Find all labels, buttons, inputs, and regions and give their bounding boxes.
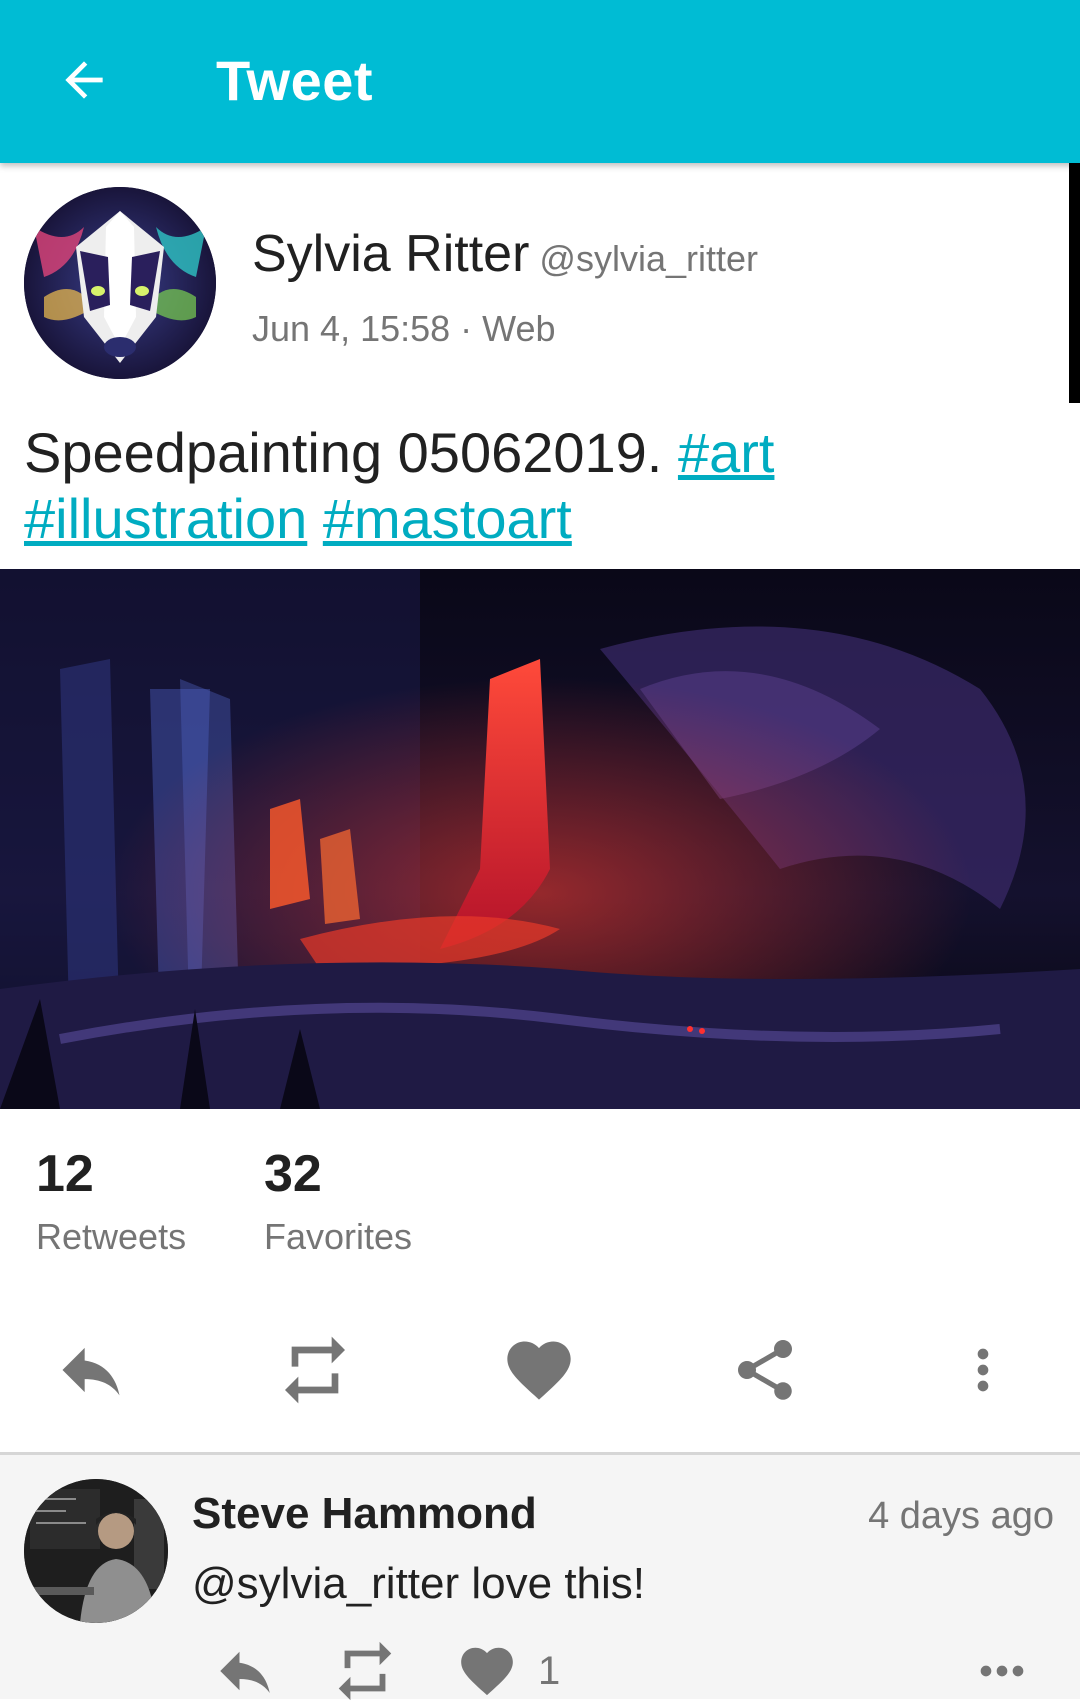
favorites-label: Favorites bbox=[264, 1216, 413, 1257]
status-text: Speedpainting 05062019. bbox=[24, 421, 663, 484]
heart-icon bbox=[461, 1647, 513, 1696]
reply-favorites-count: 1 bbox=[538, 1648, 561, 1693]
retweet-icon bbox=[338, 1641, 392, 1701]
app-bar: Tweet bbox=[0, 0, 1080, 163]
more-button[interactable] bbox=[938, 1330, 1028, 1410]
favorite-button[interactable] bbox=[494, 1330, 584, 1410]
status-content: Speedpainting 05062019. #art #illustrati… bbox=[24, 420, 1044, 552]
page-title: Tweet bbox=[216, 49, 374, 112]
reply-favorite-button[interactable]: 1 bbox=[456, 1641, 560, 1701]
retweets-count: 12 bbox=[36, 1145, 94, 1203]
more-horizontal-icon bbox=[980, 1665, 1024, 1677]
status-meta: Jun 4, 15:58 · Web bbox=[252, 308, 556, 349]
share-icon bbox=[738, 1340, 792, 1400]
hashtag-link[interactable]: #illustration bbox=[24, 487, 307, 550]
retweets-label: Retweets bbox=[36, 1216, 187, 1257]
retweet-button[interactable] bbox=[270, 1330, 360, 1410]
reply-avatar[interactable] bbox=[24, 1479, 168, 1623]
reply-timestamp: 4 days ago bbox=[868, 1495, 1054, 1537]
person-avatar bbox=[24, 1479, 168, 1623]
scrollbar[interactable] bbox=[1069, 163, 1080, 403]
arrow-left-icon bbox=[65, 61, 103, 99]
share-button[interactable] bbox=[720, 1330, 810, 1410]
heart-icon bbox=[507, 1341, 571, 1400]
favorites-count: 32 bbox=[264, 1145, 322, 1203]
author-name[interactable]: Sylvia Ritter @sylvia_ritter bbox=[252, 224, 758, 284]
favorites-stat[interactable]: 32 Favorites bbox=[264, 1144, 412, 1258]
reply-more-button[interactable] bbox=[970, 1641, 1034, 1701]
action-bar bbox=[0, 1320, 1080, 1420]
retweet-icon bbox=[285, 1336, 345, 1404]
author-display-name: Sylvia Ritter bbox=[252, 225, 530, 283]
reply-item[interactable]: Steve Hammond 4 days ago @sylvia_ritter … bbox=[0, 1455, 1080, 1701]
author-avatar[interactable] bbox=[24, 187, 216, 379]
reply-reply-button[interactable] bbox=[212, 1641, 278, 1701]
reply-retweet-button[interactable] bbox=[330, 1641, 400, 1701]
badger-avatar bbox=[24, 187, 216, 379]
reply-text: @sylvia_ritter love this! bbox=[192, 1559, 646, 1608]
back-button[interactable] bbox=[44, 40, 124, 120]
reply-icon bbox=[220, 1651, 270, 1693]
reply-button[interactable] bbox=[46, 1330, 136, 1410]
more-vertical-icon bbox=[977, 1348, 989, 1392]
hashtag-link[interactable]: #mastoart bbox=[323, 487, 572, 550]
hashtag-link[interactable]: #art bbox=[678, 421, 775, 484]
media-attachment[interactable] bbox=[0, 569, 1080, 1109]
retweets-stat[interactable]: 12 Retweets bbox=[36, 1144, 186, 1258]
reply-author-name[interactable]: Steve Hammond bbox=[192, 1489, 537, 1539]
author-handle: @sylvia_ritter bbox=[539, 238, 758, 279]
painting-image bbox=[0, 569, 1080, 1109]
reply-icon bbox=[62, 1347, 120, 1396]
